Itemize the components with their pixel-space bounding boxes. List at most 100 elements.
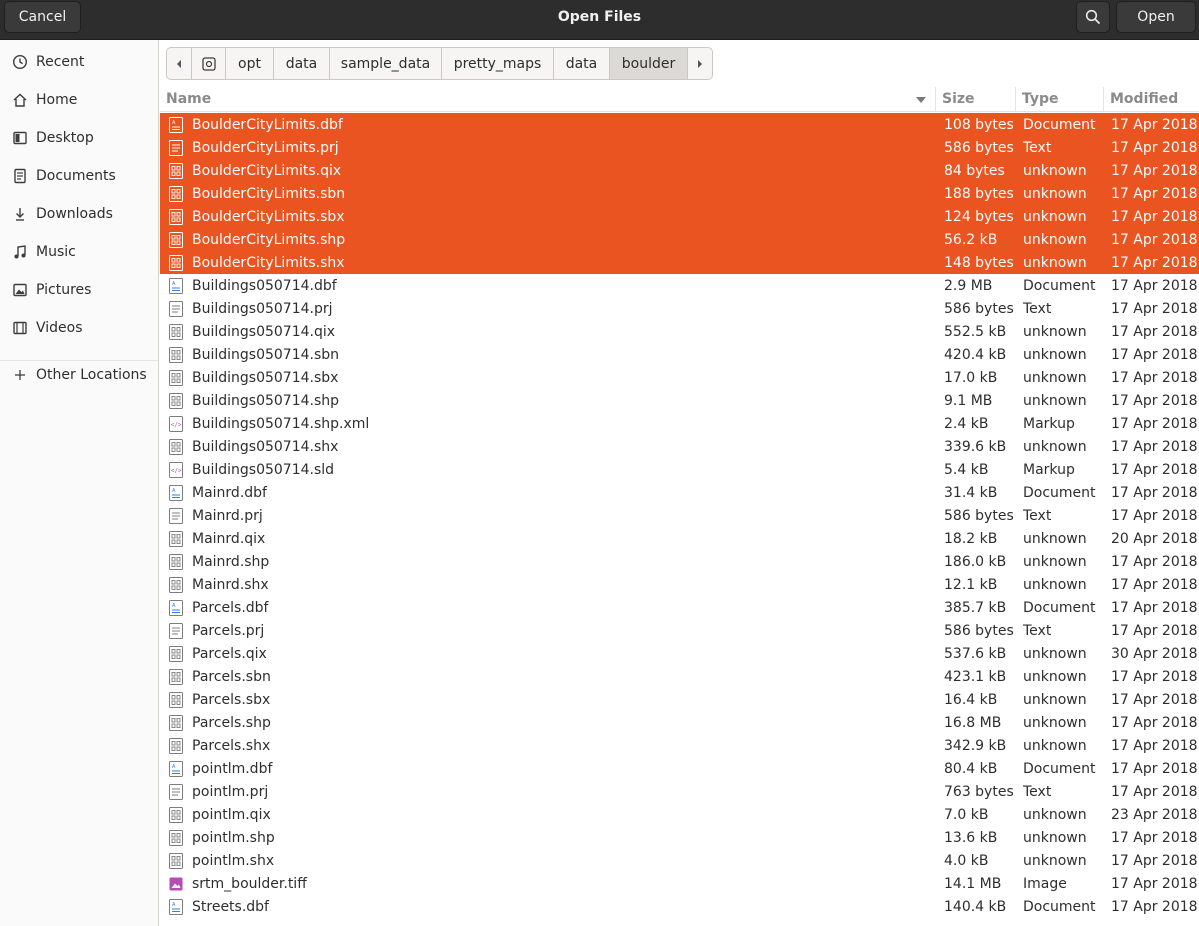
path-segment-sample-data[interactable]: sample_data <box>330 48 442 79</box>
sidebar-item-downloads[interactable]: Downloads <box>0 196 158 232</box>
file-size: 2.4 kB <box>944 415 989 432</box>
file-row[interactable]: </> Buildings050714.shp.xml 2.4 kB Markup 17… <box>160 412 1199 435</box>
binary-file-icon <box>169 576 183 593</box>
svg-text:A: A <box>172 120 176 126</box>
clock-icon <box>11 54 28 71</box>
file-row[interactable]: BoulderCityLimits.prj 586 bytes Text 17 Apr… <box>160 136 1199 159</box>
file-name: BoulderCityLimits.shp <box>192 231 346 248</box>
file-row[interactable]: Buildings050714.sbn 420.4 kB unknown 17 Apr… <box>160 343 1199 366</box>
path-segment-data-2[interactable]: data <box>554 48 610 79</box>
file-modified: 17 Apr 2018 <box>1111 829 1198 846</box>
binary-file-icon <box>169 438 183 455</box>
file-type: unknown <box>1023 369 1087 386</box>
file-row[interactable]: pointlm.shx 4.0 kB unknown 17 Apr 2018 <box>160 849 1199 872</box>
file-row[interactable]: </> Buildings050714.sld 5.4 kB Markup 17 Apr… <box>160 458 1199 481</box>
file-row[interactable]: Buildings050714.shx 339.6 kB unknown 17 Apr… <box>160 435 1199 458</box>
file-name: Parcels.prj <box>192 622 265 639</box>
file-modified: 17 Apr 2018 <box>1111 369 1198 386</box>
file-row[interactable]: A Parcels.dbf 385.7 kB Document 17 Apr 2018 <box>160 596 1199 619</box>
file-row[interactable]: A Streets.dbf 140.4 kB Document 17 Apr 2018 <box>160 895 1199 918</box>
file-modified: 17 Apr 2018 <box>1111 208 1198 225</box>
file-size: 12.1 kB <box>944 576 998 593</box>
file-row[interactable]: Mainrd.shp 186.0 kB unknown 17 Apr 2018 <box>160 550 1199 573</box>
desktop-icon <box>11 130 28 147</box>
column-type-header[interactable]: Type <box>1015 87 1103 111</box>
path-segment-data[interactable]: data <box>274 48 330 79</box>
binary-file-icon <box>169 691 183 708</box>
file-row[interactable]: Parcels.qix 537.6 kB unknown 30 Apr 2018 <box>160 642 1199 665</box>
file-row[interactable]: Buildings050714.sbx 17.0 kB unknown 17 Apr … <box>160 366 1199 389</box>
file-row[interactable]: pointlm.shp 13.6 kB unknown 17 Apr 2018 <box>160 826 1199 849</box>
sidebar-item-music[interactable]: Music <box>0 234 158 270</box>
file-row[interactable]: Apointlm.dbf 80.4 kB Document 17 Apr 2018 <box>160 757 1199 780</box>
file-row[interactable]: A BoulderCityLimits.dbf 108 bytes Document 1… <box>160 113 1199 136</box>
column-size-header[interactable]: Size <box>935 87 1015 111</box>
text-file-icon <box>169 139 183 156</box>
file-row[interactable]: Parcels.prj 586 bytes Text 17 Apr 2018 <box>160 619 1199 642</box>
markup-file-icon: </> <box>169 461 183 478</box>
file-row[interactable]: Parcels.shp 16.8 MB unknown 17 Apr 2018 <box>160 711 1199 734</box>
file-size: 385.7 kB <box>944 599 1007 616</box>
file-size: 148 bytes <box>944 254 1014 271</box>
file-modified: 17 Apr 2018 <box>1111 254 1198 271</box>
column-name-header[interactable]: Name <box>160 87 935 111</box>
file-row[interactable]: Parcels.sbx 16.4 kB unknown 17 Apr 2018 <box>160 688 1199 711</box>
file-row[interactable]: BoulderCityLimits.sbx 124 bytes unknown 17 … <box>160 205 1199 228</box>
header-bar: Open Files Cancel Open <box>0 0 1199 40</box>
file-row[interactable]: BoulderCityLimits.shp 56.2 kB unknown 17 Ap… <box>160 228 1199 251</box>
search-button[interactable] <box>1076 1 1110 33</box>
binary-file-icon <box>169 553 183 570</box>
file-modified: 17 Apr 2018 <box>1111 599 1198 616</box>
file-row[interactable]: Mainrd.qix 18.2 kB unknown 20 Apr 2018 <box>160 527 1199 550</box>
path-segment-boulder[interactable]: boulder <box>610 48 688 79</box>
file-row[interactable]: BoulderCityLimits.sbn 188 bytes unknown 17 … <box>160 182 1199 205</box>
file-name: Streets.dbf <box>192 898 269 915</box>
file-row[interactable]: srtm_boulder.tiff 14.1 MB Image 17 Apr 2018 <box>160 872 1199 895</box>
file-browser: opt data sample_data pretty_maps data bo… <box>160 40 1199 926</box>
file-row[interactable]: BoulderCityLimits.shx 148 bytes unknown 17 … <box>160 251 1199 274</box>
file-type: Image <box>1023 875 1067 892</box>
file-type: unknown <box>1023 714 1087 731</box>
file-row[interactable]: Mainrd.shx 12.1 kB unknown 17 Apr 2018 <box>160 573 1199 596</box>
file-modified: 17 Apr 2018 <box>1111 162 1198 179</box>
file-name: Buildings050714.dbf <box>192 277 337 294</box>
path-root-button[interactable] <box>192 48 226 79</box>
path-segment-pretty-maps[interactable]: pretty_maps <box>442 48 554 79</box>
file-row[interactable]: Buildings050714.prj 586 bytes Text 17 Apr 2… <box>160 297 1199 320</box>
open-button[interactable]: Open <box>1116 1 1196 33</box>
path-scroll-right-button[interactable] <box>688 48 712 79</box>
cancel-button[interactable]: Cancel <box>4 1 81 33</box>
file-type: Markup <box>1023 461 1075 478</box>
home-icon <box>11 92 28 109</box>
file-row[interactable]: pointlm.qix 7.0 kB unknown 23 Apr 2018 <box>160 803 1199 826</box>
column-header: Name Size Type Modified <box>160 87 1199 112</box>
file-row[interactable]: BoulderCityLimits.qix 84 bytes unknown 17 A… <box>160 159 1199 182</box>
file-row[interactable]: Parcels.shx 342.9 kB unknown 17 Apr 2018 <box>160 734 1199 757</box>
file-row[interactable]: Buildings050714.shp 9.1 MB unknown 17 Apr 2… <box>160 389 1199 412</box>
path-scroll-left-button[interactable] <box>167 48 192 79</box>
sidebar-item-other-locations[interactable]: Other Locations <box>0 357 158 393</box>
file-row[interactable]: A Mainrd.dbf 31.4 kB Document 17 Apr 2018 <box>160 481 1199 504</box>
file-row[interactable]: A Buildings050714.dbf 2.9 MB Document 17 Apr… <box>160 274 1199 297</box>
document-file-icon: A <box>169 484 183 501</box>
file-type: unknown <box>1023 346 1087 363</box>
file-row[interactable]: Mainrd.prj 586 bytes Text 17 Apr 2018 <box>160 504 1199 527</box>
file-row[interactable]: Parcels.sbn 423.1 kB unknown 17 Apr 2018 <box>160 665 1199 688</box>
file-size: 420.4 kB <box>944 346 1007 363</box>
file-row[interactable]: pointlm.prj 763 bytes Text 17 Apr 2018 <box>160 780 1199 803</box>
sidebar-item-documents[interactable]: Documents <box>0 158 158 194</box>
sidebar-item-recent[interactable]: Recent <box>0 44 158 80</box>
file-size: 186.0 kB <box>944 553 1007 570</box>
file-modified: 17 Apr 2018 <box>1111 231 1198 248</box>
file-name: Mainrd.prj <box>192 507 263 524</box>
sidebar-item-videos[interactable]: Videos <box>0 310 158 346</box>
binary-file-icon <box>169 714 183 731</box>
column-modified-header[interactable]: Modified <box>1103 87 1199 111</box>
sidebar-item-desktop[interactable]: Desktop <box>0 120 158 156</box>
file-name: Mainrd.shp <box>192 553 270 570</box>
path-segment-opt[interactable]: opt <box>226 48 274 79</box>
binary-file-icon <box>169 231 183 248</box>
file-row[interactable]: Buildings050714.qix 552.5 kB unknown 17 Apr… <box>160 320 1199 343</box>
sidebar-item-pictures[interactable]: Pictures <box>0 272 158 308</box>
sidebar-item-home[interactable]: Home <box>0 82 158 118</box>
